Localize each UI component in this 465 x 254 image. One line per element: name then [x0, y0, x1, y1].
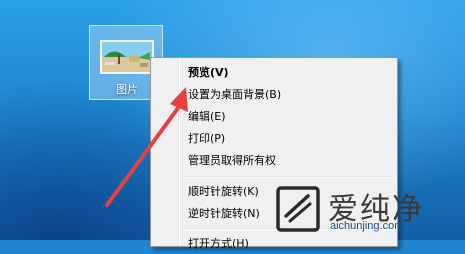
- watermark-logo-icon: [276, 186, 320, 232]
- watermark: 爱纯净 aichunjing.com: [272, 182, 465, 240]
- watermark-url: aichunjing.com: [330, 220, 404, 232]
